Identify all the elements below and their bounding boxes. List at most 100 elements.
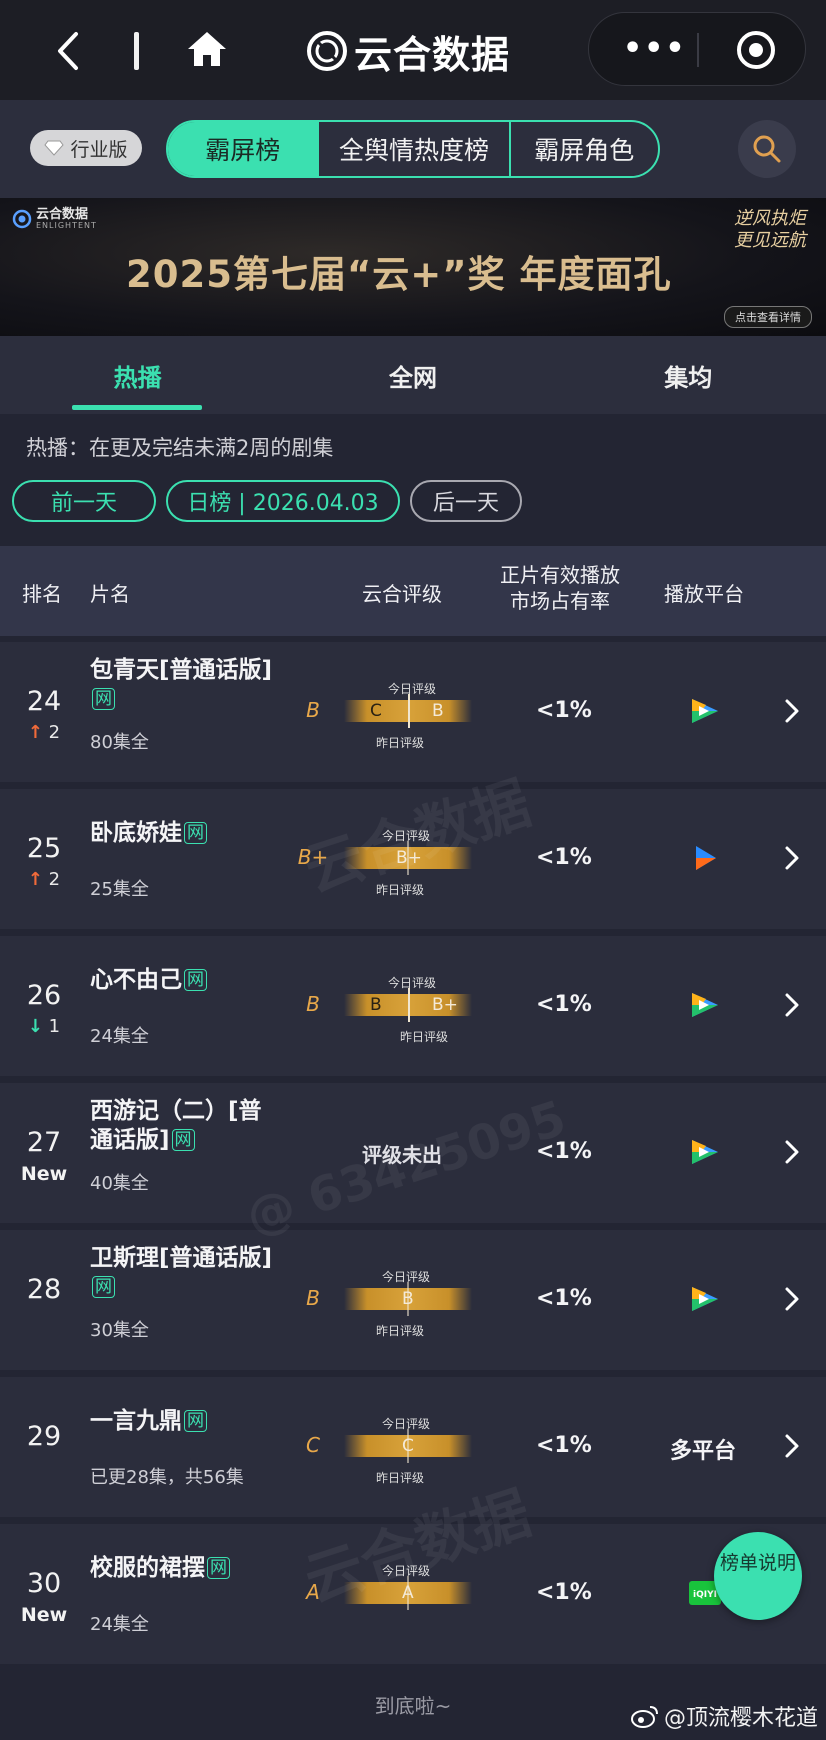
platform-multi: 多平台 bbox=[670, 1439, 737, 1464]
rating-left-grade: C bbox=[370, 701, 382, 721]
table-row[interactable]: 29 一言九鼎网已更28集，共56集 C 今日评级 C 昨日评级 <1% 多平台 bbox=[0, 1377, 826, 1517]
caption-today: 今日评级 bbox=[382, 1270, 431, 1284]
rating-right-grade: B+ bbox=[432, 995, 458, 1015]
caption-yesterday: 昨日评级 bbox=[400, 1030, 449, 1044]
rank-number: 29 bbox=[26, 1421, 62, 1452]
tab-all-network[interactable]: 全网 bbox=[275, 336, 550, 414]
tencent-video-icon bbox=[692, 699, 718, 723]
rating-grade: B bbox=[306, 992, 320, 1016]
rating-center-grade: B bbox=[402, 1289, 414, 1309]
tab-dominant-board[interactable]: 霸屏榜 bbox=[168, 122, 318, 176]
header-name: 片名 bbox=[90, 582, 130, 606]
rank-number: 26 bbox=[26, 980, 62, 1011]
more-icon[interactable]: ••• bbox=[623, 34, 687, 64]
chevron-right-icon[interactable] bbox=[784, 845, 800, 871]
next-day-button[interactable]: 后一天 bbox=[410, 480, 522, 522]
market-share: <1% bbox=[536, 698, 592, 723]
rating-right-grade: B bbox=[432, 701, 444, 721]
rank-change: ↑ 2 bbox=[16, 722, 72, 743]
weibo-watermark: @顶流樱木花道 bbox=[630, 1700, 818, 1732]
chevron-right-icon[interactable] bbox=[784, 992, 800, 1018]
tencent-video-icon bbox=[692, 1140, 718, 1164]
show-title-text: 一言九鼎 bbox=[90, 1408, 182, 1434]
show-title: 一言九鼎网 bbox=[90, 1407, 280, 1436]
rank-new-badge: New bbox=[20, 1163, 68, 1185]
caption-yesterday: 昨日评级 bbox=[376, 1471, 425, 1485]
tab-public-opinion-heat[interactable]: 全舆情热度榜 bbox=[317, 122, 508, 176]
scope-description: 热播：在更及完结未满2周的剧集 bbox=[26, 436, 334, 460]
network-tag: 网 bbox=[184, 969, 207, 991]
chevron-right-icon[interactable] bbox=[784, 698, 800, 724]
rating-center-grade: A bbox=[402, 1583, 414, 1603]
caption-today: 今日评级 bbox=[388, 976, 437, 990]
table-row[interactable]: 24 ↑ 2 包青天[普通话版]网 80集全 B 今日评级 C B 昨日评级 <1% bbox=[0, 642, 826, 782]
market-share: <1% bbox=[536, 845, 592, 870]
header-rating: 云合评级 bbox=[362, 582, 442, 606]
yunhe-logo-icon bbox=[307, 31, 347, 71]
rating-bar: C bbox=[344, 1429, 472, 1463]
market-share: <1% bbox=[536, 1433, 592, 1458]
current-date-button[interactable]: 日榜 | 2026.04.03 bbox=[166, 480, 400, 522]
banner-headline: 2025第七届“云+”奖 年度面孔 bbox=[126, 253, 672, 296]
chevron-right-icon[interactable] bbox=[784, 1286, 800, 1312]
tencent-video-icon bbox=[692, 1287, 718, 1311]
weibo-handle: @顶流樱木花道 bbox=[664, 1706, 819, 1731]
network-tag: 网 bbox=[184, 822, 207, 844]
table-row[interactable]: 27 New 西游记（二）[普通话版] 网 40集全 评级未出 <1% bbox=[0, 1083, 826, 1223]
market-share: <1% bbox=[536, 1286, 592, 1311]
table-header: 排名 片名 云合评级 正片有效播放市场占有率 播放平台 bbox=[0, 546, 826, 636]
network-tag: 网 bbox=[92, 1276, 115, 1298]
table-row[interactable]: 30 New 校服的裙摆网 24集全 A 今日评级 A <1% iQIYI bbox=[0, 1524, 826, 1664]
chevron-right-icon[interactable] bbox=[784, 1139, 800, 1165]
show-title-text: 心不由己 bbox=[90, 967, 182, 993]
back-icon[interactable] bbox=[52, 30, 84, 72]
rating-bar: CB bbox=[344, 694, 472, 728]
rating-grade: B bbox=[306, 698, 320, 722]
rank-change-value: 2 bbox=[42, 869, 61, 890]
industry-edition-badge[interactable]: 行业版 bbox=[30, 130, 142, 166]
award-banner[interactable]: 云合数据 ENLIGHTENT 2025第七届“云+”奖 年度面孔 逆风执炬 更… bbox=[0, 198, 826, 336]
prev-day-button[interactable]: 前一天 bbox=[12, 480, 156, 522]
rank-change: ↑ 2 bbox=[16, 869, 72, 890]
board-tabs: 霸屏榜 全舆情热度榜 霸屏角色 bbox=[166, 120, 660, 178]
caption-today: 今日评级 bbox=[382, 1564, 431, 1578]
rating-marker bbox=[408, 694, 410, 728]
industry-edition-label: 行业版 bbox=[70, 138, 128, 161]
show-title: 包青天[普通话版] 网 bbox=[90, 656, 280, 714]
rank-change-value: 1 bbox=[42, 1016, 61, 1037]
rank-number: 28 bbox=[26, 1274, 62, 1305]
rating-center-grade: B+ bbox=[396, 848, 422, 868]
episode-count: 30集全 bbox=[90, 1320, 149, 1341]
rating-grade: C bbox=[306, 1433, 320, 1457]
app-title: 云合数据 bbox=[354, 32, 511, 77]
episode-count: 已更28集，共56集 bbox=[90, 1467, 244, 1488]
market-share: <1% bbox=[536, 992, 592, 1017]
show-title: 西游记（二）[普通话版] 网 bbox=[90, 1097, 280, 1155]
network-tag: 网 bbox=[207, 1557, 230, 1579]
caption-yesterday: 昨日评级 bbox=[376, 1324, 425, 1338]
caption-yesterday: 昨日评级 bbox=[376, 883, 425, 897]
caption-yesterday: 昨日评级 bbox=[376, 736, 425, 750]
table-row[interactable]: 25 ↑ 2 卧底娇娃网 25集全 B+ 今日评级 B+ 昨日评级 <1% bbox=[0, 789, 826, 929]
show-title-text: 卧底娇娃 bbox=[90, 820, 182, 846]
show-title: 卫斯理[普通话版] 网 bbox=[90, 1244, 280, 1302]
tencent-video-icon bbox=[692, 993, 718, 1017]
search-button[interactable] bbox=[738, 120, 796, 178]
svg-text:iQIYI: iQIYI bbox=[693, 1590, 717, 1600]
rating-left-grade: B bbox=[370, 995, 382, 1015]
show-title-text: 包青天[普通话版] bbox=[90, 657, 273, 683]
close-target-icon[interactable] bbox=[735, 29, 777, 71]
home-icon[interactable] bbox=[186, 28, 228, 70]
tab-per-episode[interactable]: 集均 bbox=[551, 336, 826, 414]
tab-hot-airing[interactable]: 热播 bbox=[0, 336, 275, 414]
table-row[interactable]: 28 卫斯理[普通话版] 网 30集全 B 今日评级 B 昨日评级 <1% bbox=[0, 1230, 826, 1370]
banner-cta[interactable]: 点击查看详情 bbox=[724, 306, 812, 328]
episode-count: 40集全 bbox=[90, 1173, 149, 1194]
ranking-explanation-button[interactable]: 榜单说明 bbox=[714, 1532, 802, 1620]
ranking-list: 24 ↑ 2 包青天[普通话版]网 80集全 B 今日评级 C B 昨日评级 <1% 25 ↑ 2 卧底… bbox=[0, 642, 826, 1671]
tab-dominant-roles[interactable]: 霸屏角色 bbox=[508, 122, 658, 176]
rating-grade: B bbox=[306, 1286, 320, 1310]
chevron-right-icon[interactable] bbox=[784, 1433, 800, 1459]
header-market-share: 正片有效播放市场占有率 bbox=[500, 563, 620, 613]
table-row[interactable]: 26 ↓ 1 心不由己网 24集全 B 今日评级 B B+ 昨日评级 <1% bbox=[0, 936, 826, 1076]
